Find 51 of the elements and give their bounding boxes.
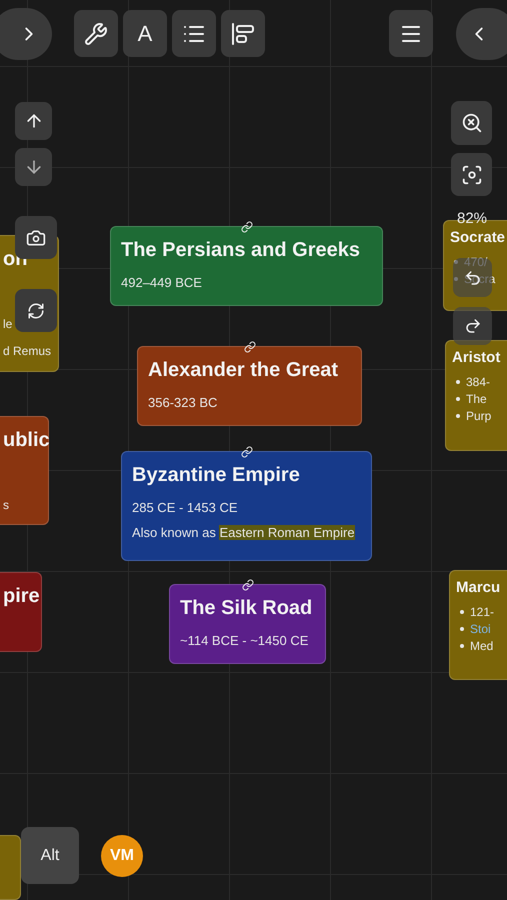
search-replace-button[interactable] xyxy=(15,289,57,332)
timeline-card[interactable]: Byzantine Empire 285 CE - 1453 CE Also known as Eastern Roman Empire xyxy=(121,451,372,561)
redo-button[interactable] xyxy=(453,307,492,345)
bullet-item: Purp xyxy=(452,410,501,424)
link-icon xyxy=(244,341,256,353)
card-text: 492–449 BCE xyxy=(121,276,203,291)
bullet-item: 384- xyxy=(452,376,501,390)
card-title: Marcu xyxy=(456,579,501,596)
card-text: d Remus xyxy=(3,344,52,359)
timeline-card[interactable]: Marcu 121- Stoi Med xyxy=(449,570,507,680)
card-text: 356-323 BC xyxy=(148,396,218,411)
card-title: Byzantine Empire xyxy=(132,464,301,487)
card-text: le xyxy=(3,318,14,332)
card-title: Aristot xyxy=(452,349,501,366)
timeline-card[interactable]: Aristot 384- The Purp xyxy=(445,340,507,451)
timeline-card[interactable]: Alexander the Great 356-323 BC xyxy=(137,346,362,426)
card-text: 285 CE - 1453 CE xyxy=(132,501,239,516)
timeline-card[interactable]: pire xyxy=(0,572,42,652)
move-up-button[interactable] xyxy=(15,102,52,140)
zoom-reset-button[interactable] xyxy=(451,101,492,145)
bullet-item: 121- xyxy=(456,606,501,620)
align-button[interactable] xyxy=(221,10,265,57)
timeline-card[interactable]: The Silk Road ~114 BCE - ~1450 CE xyxy=(169,584,326,664)
card-text: Also known as Eastern Roman Empire xyxy=(132,526,356,541)
card-title: Alexander the Great xyxy=(148,359,340,382)
menu-button[interactable] xyxy=(389,10,433,57)
card-text: s xyxy=(3,499,10,513)
timeline-card[interactable]: ublic s xyxy=(0,416,49,525)
text-tool-button[interactable]: A xyxy=(123,10,167,57)
redo-icon xyxy=(464,317,482,335)
tools-button[interactable] xyxy=(74,10,118,57)
card-title: The Persians and Greeks xyxy=(121,239,362,262)
move-down-button[interactable] xyxy=(15,148,52,186)
zoom-reset-icon xyxy=(460,112,482,134)
link-icon xyxy=(240,221,252,233)
align-left-icon xyxy=(231,22,255,46)
timeline-card[interactable]: The Persians and Greeks 492–449 BCE xyxy=(110,226,383,306)
card-title: The Silk Road xyxy=(180,597,314,620)
link-icon xyxy=(242,579,254,591)
link-icon xyxy=(240,446,252,458)
bullet-item: Med xyxy=(456,640,501,654)
card-title: pire xyxy=(3,585,38,608)
alt-key-button[interactable]: Alt xyxy=(21,827,79,884)
wrench-icon xyxy=(84,22,108,46)
focus-icon xyxy=(460,164,482,186)
refresh-icon xyxy=(27,302,45,320)
camera-icon xyxy=(26,228,46,248)
focus-button[interactable] xyxy=(451,153,492,196)
card-text: ~114 BCE - ~1450 CE xyxy=(180,634,310,649)
list-button[interactable] xyxy=(172,10,216,57)
bullet-item: The xyxy=(452,393,501,407)
